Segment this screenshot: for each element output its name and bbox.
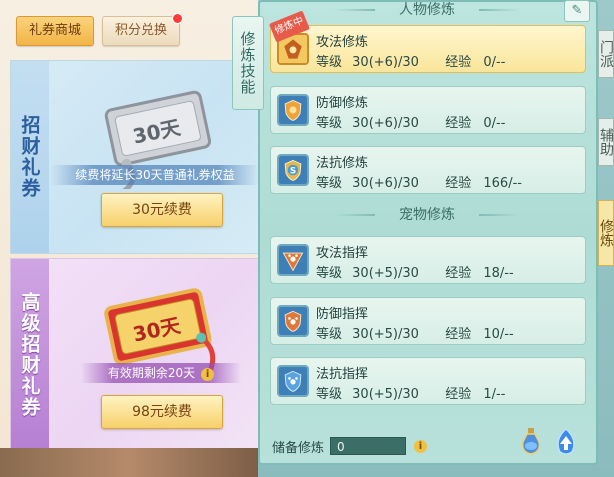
- scene-floor: [0, 448, 258, 477]
- skill-row[interactable]: 防御指挥 等级 30(+5)/30 经验 10/--: [270, 297, 586, 345]
- reserve-label: 储备修炼: [272, 440, 325, 456]
- card-note: 有效期剩余20天 i: [81, 363, 241, 383]
- skill-stats: 等级 30(+5)/30 经验 10/--: [316, 323, 514, 342]
- edge-tab-sect[interactable]: 门派: [598, 30, 614, 78]
- exp-value: 18/--: [483, 266, 514, 281]
- level-value: 30(+6)/30: [352, 55, 419, 70]
- skill-row[interactable]: S 法抗修炼 等级 30(+6)/30 经验 166/--: [270, 146, 586, 194]
- card-note: 续费将延长30天普通礼券权益: [51, 165, 259, 185]
- exp-label: 经验: [445, 327, 472, 342]
- level-label: 等级: [316, 327, 343, 342]
- exp-label: 经验: [445, 176, 472, 191]
- reserve-value-field: 0: [330, 437, 407, 455]
- exp-label: 经验: [445, 387, 472, 402]
- level-value: 30(+5)/30: [352, 387, 419, 402]
- exp-label: 经验: [445, 116, 472, 131]
- exp-value: 10/--: [483, 327, 514, 342]
- exp-value: 0/--: [483, 55, 506, 70]
- skill-name: 法抗指挥: [316, 367, 369, 382]
- pet-defense-icon: [277, 305, 309, 337]
- shop-tabs: 礼券商城 积分兑换: [16, 13, 184, 46]
- level-value: 30(+6)/30: [352, 176, 419, 191]
- svg-text:S: S: [290, 167, 296, 177]
- exp-label: 经验: [445, 55, 472, 70]
- skill-name: 防御指挥: [316, 307, 369, 322]
- skill-stats: 等级 30(+6)/30 经验 0/--: [316, 51, 505, 70]
- info-icon[interactable]: i: [414, 439, 428, 453]
- card-note-text: 有效期剩余20天: [107, 366, 196, 380]
- edit-icon[interactable]: ✎: [564, 0, 590, 22]
- level-value: 30(+5)/30: [352, 266, 419, 281]
- info-icon[interactable]: i: [201, 368, 215, 381]
- upgrade-arrow-icon[interactable]: [552, 426, 580, 456]
- skill-row[interactable]: 法抗指挥 等级 30(+5)/30 经验 1/--: [270, 357, 586, 405]
- magic-resist-icon: S: [277, 154, 309, 186]
- skill-stats: 等级 30(+6)/30 经验 0/--: [316, 112, 505, 131]
- card-side-title: 招财礼券: [11, 61, 49, 253]
- tab-points-exchange[interactable]: 积分兑换: [102, 13, 184, 46]
- skill-name: 防御修炼: [316, 96, 369, 111]
- premium-fortune-ticket-card: 高级招财礼券 30天 有效期剩余20天 i 98元续费: [10, 258, 260, 452]
- skill-row[interactable]: 防御修炼 等级 30(+6)/30 经验 0/--: [270, 86, 586, 134]
- exp-value: 0/--: [483, 116, 506, 131]
- section-header-pet: 宠物修炼: [335, 205, 477, 225]
- renew-30-button[interactable]: 30元续费: [101, 193, 223, 227]
- level-value: 30(+6)/30: [352, 116, 419, 131]
- skill-name: 攻法修炼: [316, 35, 369, 50]
- exp-label: 经验: [445, 266, 472, 281]
- skill-name: 法抗修炼: [316, 156, 369, 171]
- tab-gift-shop[interactable]: 礼券商城: [16, 16, 95, 46]
- skill-row[interactable]: 攻法指挥 等级 30(+5)/30 经验 18/--: [270, 236, 586, 284]
- skill-stats: 等级 30(+6)/30 经验 166/--: [316, 172, 522, 191]
- level-value: 30(+5)/30: [352, 327, 419, 342]
- exp-value: 166/--: [483, 176, 522, 191]
- edge-tab-assist[interactable]: 辅助: [598, 118, 614, 166]
- defense-icon: [277, 94, 309, 126]
- level-label: 等级: [316, 55, 343, 70]
- skill-row[interactable]: 修炼中 攻法修炼 等级 30(+6)/30 经验 0/--: [269, 10, 586, 73]
- card-side-title: 高级招财礼券: [11, 259, 49, 451]
- gift-shop-panel: 礼券商城 积分兑换 招财礼券 30天 续费将延长30天普通礼券权益 30元续费 …: [0, 0, 260, 477]
- fortune-ticket-card: 招财礼券 30天 续费将延长30天普通礼券权益 30元续费: [10, 60, 260, 254]
- skill-stats: 等级 30(+5)/30 经验 1/--: [316, 383, 505, 402]
- exp-value: 1/--: [483, 387, 506, 402]
- tab-cultivation-skills[interactable]: 修炼技能: [232, 16, 264, 110]
- notification-dot-icon: [172, 13, 184, 24]
- level-label: 等级: [316, 387, 343, 402]
- potion-bottle-icon[interactable]: [517, 426, 545, 456]
- edge-tab-cultivation[interactable]: 修炼: [598, 200, 614, 266]
- pet-resist-icon: [277, 365, 309, 397]
- reserve-cultivation: 储备修炼 0 i: [272, 436, 428, 456]
- section-header-character: 人物修炼: [335, 0, 477, 20]
- pet-attack-icon: [277, 244, 309, 276]
- skill-stats: 等级 30(+5)/30 经验 18/--: [316, 262, 514, 281]
- renew-98-button[interactable]: 98元续费: [101, 395, 223, 429]
- skill-name: 攻法指挥: [316, 246, 369, 261]
- level-label: 等级: [316, 176, 343, 191]
- tab-points-exchange-label: 积分兑换: [115, 23, 168, 38]
- level-label: 等级: [316, 116, 343, 131]
- level-label: 等级: [316, 266, 343, 281]
